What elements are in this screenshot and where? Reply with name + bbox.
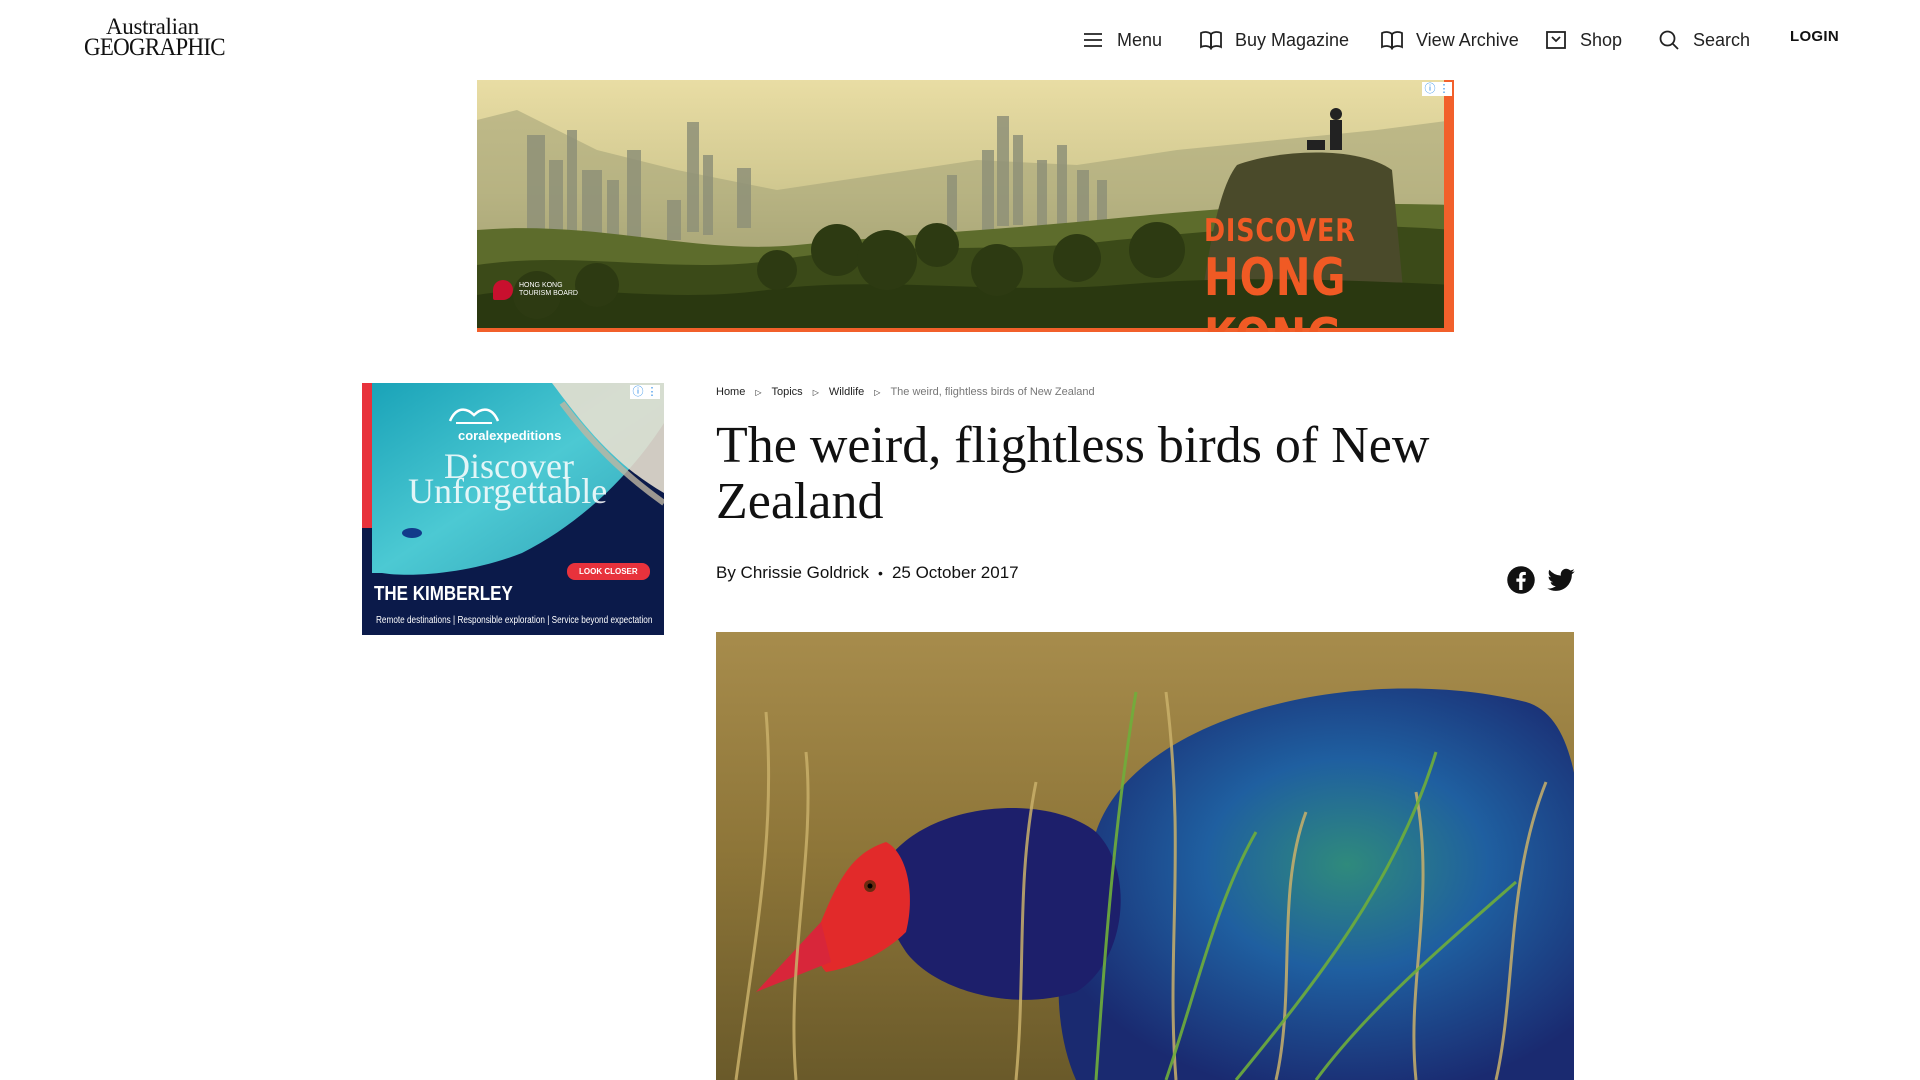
facebook-icon[interactable] <box>1506 565 1536 595</box>
breadcrumb: Home ▷ Topics ▷ Wildlife ▷ The weird, fl… <box>716 386 1095 398</box>
nav-buy-magazine-link[interactable]: Buy Magazine <box>1199 22 1349 58</box>
ad-hong-kong-text: HONG KONG <box>1204 248 1347 332</box>
article-byline: By Chrissie Goldrick • 25 October 2017 <box>716 563 1019 583</box>
hk-tourism-text: HONG KONG TOURISM BOARD <box>519 282 578 297</box>
nav-search-label: Search <box>1693 29 1751 50</box>
nav-buy-magazine-label: Buy Magazine <box>1235 29 1350 50</box>
book-icon <box>1200 31 1222 50</box>
ad-choices-badge[interactable]: ⓘ ⋮ <box>1422 82 1452 96</box>
byline-separator: • <box>878 565 883 581</box>
hk-tourism-logo: HONG KONG TOURISM BOARD <box>493 280 579 300</box>
article-title: The weird, flightless birds of New Zeala… <box>716 417 1430 530</box>
site-header: Australian GEOGRAPHIC Menu Buy Magazine … <box>0 0 1920 80</box>
breadcrumb-arrow-icon: ▷ <box>874 387 881 397</box>
coral-accent-bar <box>362 383 372 528</box>
login-link[interactable]: LOGIN <box>1790 28 1839 45</box>
nav-shop-link[interactable]: Shop <box>1544 22 1622 58</box>
book-icon <box>1381 31 1403 50</box>
nav-view-archive-link[interactable]: View Archive <box>1380 22 1519 58</box>
logo-bottom-text: GEOGRAPHIC <box>84 34 226 61</box>
info-icon[interactable]: ⓘ <box>632 386 644 398</box>
nav-view-archive-label: View Archive <box>1416 29 1519 50</box>
coral-title: THE KIMBERLEY <box>374 583 513 605</box>
top-banner-ad[interactable]: ⓘ⋮ DISCOVER HONG KONG HONG KONG TOURISM … <box>477 80 1454 332</box>
site-logo[interactable]: Australian GEOGRAPHIC <box>84 14 226 61</box>
nav-shop-label: Shop <box>1580 29 1623 50</box>
article-hero-image <box>716 632 1574 1080</box>
coral-expeditions-logo-icon <box>448 408 500 424</box>
coral-headline-2: Unforgettable <box>408 471 608 511</box>
ad-accent-border <box>1444 80 1454 332</box>
breadcrumb-home[interactable]: Home <box>716 386 745 398</box>
breadcrumb-wildlife[interactable]: Wildlife <box>829 386 864 398</box>
nav-menu-label: Menu <box>1117 29 1163 50</box>
coral-brand-text: coralexpeditions <box>458 428 562 443</box>
look-closer-button[interactable]: LOOK CLOSER <box>567 563 650 580</box>
twitter-icon[interactable] <box>1546 565 1576 595</box>
article-author[interactable]: By Chrissie Goldrick <box>716 563 869 583</box>
coral-subtitle: Remote destinations | Responsible explor… <box>376 615 653 626</box>
ad-discover-text: DISCOVER <box>1204 213 1356 249</box>
breadcrumb-arrow-icon: ▷ <box>755 387 762 397</box>
nav-search-button[interactable]: Search <box>1657 22 1750 58</box>
more-options-icon[interactable]: ⋮ <box>646 386 658 398</box>
breadcrumb-current: The weird, flightless birds of New Zeala… <box>890 386 1095 398</box>
menu-icon <box>1084 33 1102 47</box>
info-icon[interactable]: ⓘ <box>1424 83 1436 95</box>
shop-icon <box>1546 31 1566 49</box>
takahe-bird-photo <box>716 632 1574 1080</box>
more-options-icon[interactable]: ⋮ <box>1438 83 1450 95</box>
hk-tourism-mark-icon <box>493 280 513 300</box>
breadcrumb-arrow-icon: ▷ <box>812 387 819 397</box>
side-ad[interactable]: ⓘ ⋮ coralexpeditions Discover Unforgettab… <box>362 383 664 635</box>
article-date: 25 October 2017 <box>891 563 1019 582</box>
ad-choices-badge[interactable]: ⓘ ⋮ <box>630 385 660 399</box>
breadcrumb-topics[interactable]: Topics <box>772 386 803 398</box>
nav-menu-button[interactable]: Menu <box>1081 22 1162 58</box>
search-icon <box>1659 30 1679 50</box>
